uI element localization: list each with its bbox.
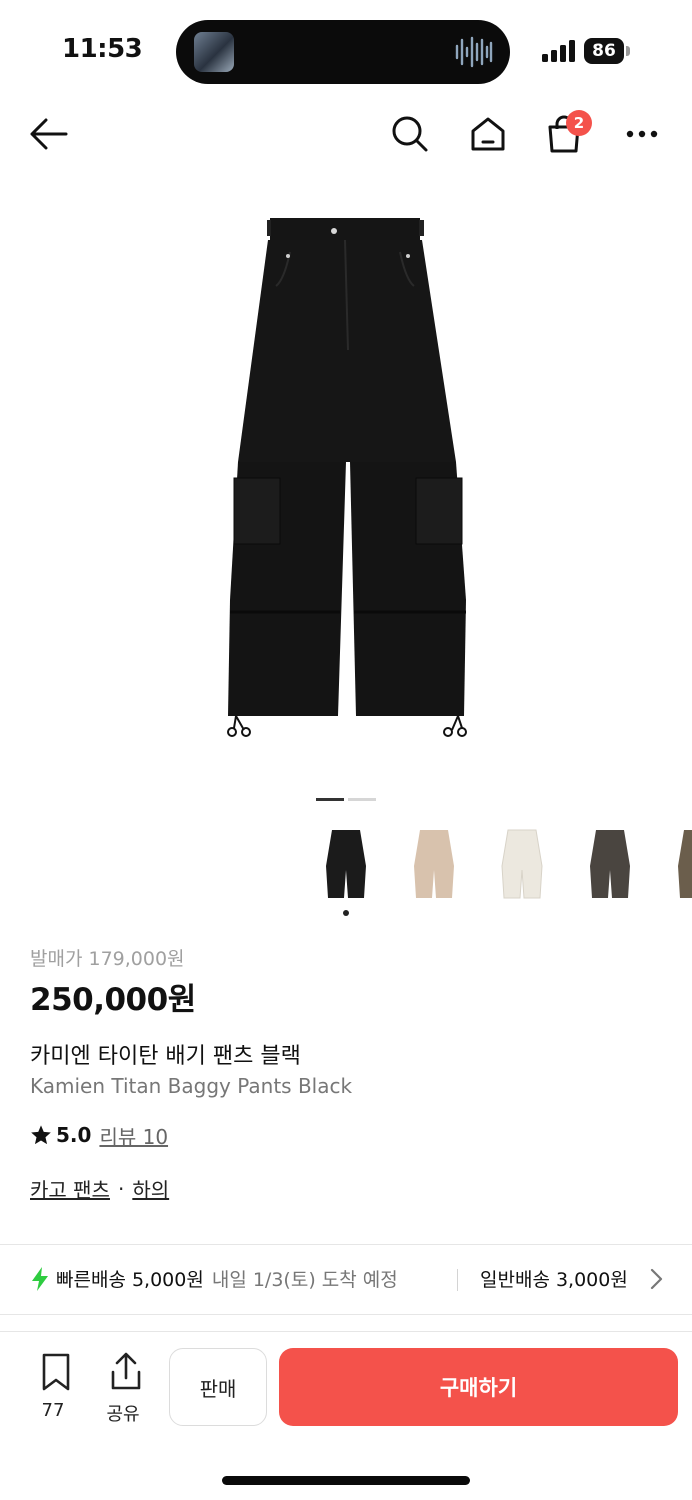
cart-count-badge: 2: [566, 110, 592, 136]
share-icon: [111, 1352, 140, 1390]
status-time: 11:53: [62, 34, 143, 64]
search-button[interactable]: [386, 110, 434, 158]
fast-shipping-label: 빠른배송 5,000원: [56, 1269, 204, 1291]
color-thumbnail-strip: [0, 818, 692, 922]
buy-button[interactable]: 구매하기: [279, 1348, 678, 1426]
fast-shipping-eta: 내일 1/3(토) 도착 예정: [211, 1269, 398, 1291]
bookmark-count: 77: [41, 1400, 65, 1421]
shipping-divider: [457, 1269, 458, 1291]
product-name-korean: 카미엔 타이탄 배기 팬츠 블랙: [30, 1044, 301, 1069]
selected-thumbnail-dot: [343, 910, 349, 916]
thumbnail-camo-dark[interactable]: [582, 826, 638, 906]
audio-waveform-icon: [455, 36, 493, 68]
home-button[interactable]: [464, 110, 512, 158]
home-indicator[interactable]: [222, 1476, 470, 1485]
cart-button[interactable]: 2: [540, 110, 592, 158]
review-link[interactable]: 리뷰 10: [99, 1121, 168, 1150]
category-separator: ·: [117, 1176, 125, 1201]
lightning-icon: [32, 1266, 48, 1291]
thumbnail-cream[interactable]: [494, 826, 550, 906]
battery-level: 86: [584, 38, 624, 64]
fast-shipping[interactable]: 빠른배송 5,000원 내일 1/3(토) 도착 예정: [30, 1265, 398, 1292]
current-price: 250,000원: [30, 982, 196, 1018]
bottom-action-bar: 77 공유 판매 구매하기: [0, 1332, 692, 1442]
dynamic-island[interactable]: [176, 20, 510, 84]
shipping-options[interactable]: 빠른배송 5,000원 내일 1/3(토) 도착 예정 일반배송 3,000원: [0, 1245, 692, 1313]
pager-segment-active: [316, 798, 344, 801]
more-icon: [626, 130, 658, 138]
rating-score: 5.0: [56, 1123, 92, 1147]
search-icon: [392, 116, 428, 152]
back-button[interactable]: [24, 110, 72, 158]
image-pager: [316, 798, 376, 802]
top-nav-bar: 2: [0, 100, 692, 166]
more-button[interactable]: [618, 110, 666, 158]
thumbnail-beige[interactable]: [406, 826, 462, 906]
battery-indicator: 86: [584, 38, 630, 64]
chevron-right-icon[interactable]: [648, 1267, 664, 1291]
status-bar: 11:53 86: [0, 0, 692, 100]
divider: [0, 1314, 692, 1315]
category-breadcrumb: 카고 팬츠 · 하의: [30, 1174, 169, 1203]
home-icon: [471, 117, 505, 151]
share-label: 공유: [106, 1404, 140, 1425]
back-arrow-icon: [30, 118, 68, 150]
now-playing-artwork: [194, 32, 234, 72]
bookmark-button[interactable]: 77: [30, 1352, 76, 1426]
pager-segment: [348, 798, 376, 801]
sell-button[interactable]: 판매: [169, 1348, 267, 1426]
category-link-bottoms[interactable]: 하의: [132, 1174, 169, 1203]
product-image[interactable]: [200, 200, 492, 760]
category-link-cargo-pants[interactable]: 카고 팬츠: [30, 1174, 110, 1203]
star-icon: [31, 1125, 51, 1145]
battery-cap: [626, 46, 630, 56]
rating-row: 5.0 리뷰 10: [30, 1120, 168, 1150]
release-price: 발매가 179,000원: [30, 948, 185, 970]
thumbnail-black[interactable]: [318, 826, 374, 906]
cellular-signal-icon: [542, 40, 575, 62]
normal-shipping-label[interactable]: 일반배송 3,000원: [480, 1265, 646, 1292]
product-name-english: Kamien Titan Baggy Pants Black: [30, 1074, 353, 1098]
thumbnail-camo-brown[interactable]: [670, 826, 692, 906]
bookmark-icon: [42, 1353, 70, 1391]
share-button[interactable]: 공유: [100, 1352, 146, 1426]
